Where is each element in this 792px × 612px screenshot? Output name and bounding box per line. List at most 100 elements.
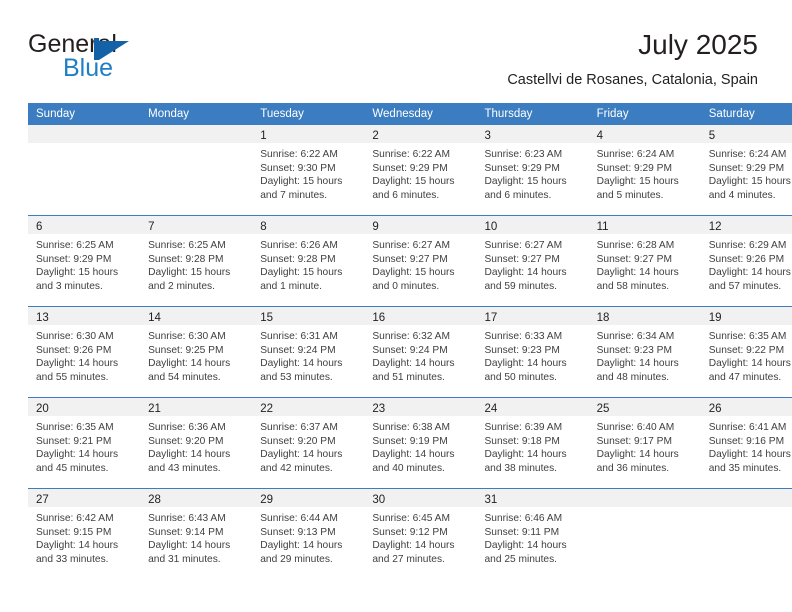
- day-cell-content: 26 Sunrise: 6:41 AM Sunset: 9:16 PM Dayligh…: [700, 398, 792, 488]
- day-details: Sunrise: 6:37 AM Sunset: 9:20 PM Daylight:…: [252, 416, 364, 475]
- sunset-time: Sunset: 9:19 PM: [372, 435, 448, 447]
- calendar-day-cell[interactable]: 19 Sunrise: 6:35 AM Sunset: 9:22 PM Dayligh…: [700, 306, 792, 398]
- day-details: Sunrise: 6:36 AM Sunset: 9:20 PM Daylight:…: [140, 416, 252, 475]
- calendar-day-cell[interactable]: 23 Sunrise: 6:38 AM Sunset: 9:19 PM Dayligh…: [364, 397, 477, 489]
- calendar-day-cell[interactable]: 20 Sunrise: 6:35 AM Sunset: 9:21 PM Dayligh…: [28, 397, 141, 489]
- page-subtitle: Castellvi de Rosanes, Catalonia, Spain: [507, 72, 758, 88]
- sunrise-time: Sunrise: 6:42 AM: [36, 513, 114, 524]
- calendar-day-cell[interactable]: 3 Sunrise: 6:23 AM Sunset: 9:29 PM Daylight…: [476, 125, 589, 216]
- calendar-day-cell[interactable]: 1 Sunrise: 6:22 AM Sunset: 9:30 PM Daylight…: [252, 125, 365, 216]
- calendar-day-cell[interactable]: 11 Sunrise: 6:28 AM Sunset: 9:27 PM Dayligh…: [588, 215, 701, 307]
- sunset-time: Sunset: 9:30 PM: [260, 162, 336, 174]
- calendar-day-cell[interactable]: 22 Sunrise: 6:37 AM Sunset: 9:20 PM Dayligh…: [252, 397, 365, 489]
- calendar-day-cell[interactable]: 16 Sunrise: 6:32 AM Sunset: 9:24 PM Dayligh…: [364, 306, 477, 398]
- day-number-band: 17: [476, 307, 589, 325]
- day-number: 9: [372, 221, 379, 233]
- calendar-day-cell[interactable]: 4 Sunrise: 6:24 AM Sunset: 9:29 PM Daylight…: [588, 125, 701, 216]
- calendar-day-cell[interactable]: 8 Sunrise: 6:26 AM Sunset: 9:28 PM Daylight…: [252, 215, 365, 307]
- brand-logo[interactable]: General Blue: [28, 30, 258, 92]
- day-number-band: [700, 489, 792, 507]
- sunset-time: Sunset: 9:15 PM: [36, 526, 112, 538]
- calendar-day-cell[interactable]: 10 Sunrise: 6:27 AM Sunset: 9:27 PM Dayligh…: [476, 215, 589, 307]
- calendar-page: General Blue July 2025 Castellvi de Rosa…: [0, 0, 792, 612]
- day-cell-content: 17 Sunrise: 6:33 AM Sunset: 9:23 PM Dayligh…: [476, 307, 589, 397]
- weekday-header-sunday: Sunday: [28, 103, 141, 125]
- sunrise-time: Sunrise: 6:33 AM: [484, 331, 563, 342]
- sunset-time: Sunset: 9:25 PM: [148, 344, 224, 356]
- title-block: July 2025 Castellvi de Rosanes, Cataloni…: [507, 28, 758, 90]
- calendar-day-cell[interactable]: 7 Sunrise: 6:25 AM Sunset: 9:28 PM Daylight…: [140, 215, 253, 307]
- day-number: 13: [36, 312, 49, 324]
- day-number-band: 9: [364, 216, 477, 234]
- day-number: 4: [596, 130, 604, 142]
- day-number: 12: [708, 221, 722, 233]
- day-number: 7: [148, 221, 155, 233]
- calendar-day-cell[interactable]: 30 Sunrise: 6:45 AM Sunset: 9:12 PM Dayligh…: [364, 488, 477, 579]
- brand-name-blue: Blue: [63, 54, 114, 82]
- day-details: Sunrise: 6:26 AM Sunset: 9:28 PM Daylight:…: [252, 234, 364, 293]
- sunset-time: Sunset: 9:12 PM: [372, 526, 448, 538]
- day-number-band: [28, 125, 141, 143]
- day-cell-content: 30 Sunrise: 6:45 AM Sunset: 9:12 PM Dayligh…: [364, 489, 477, 579]
- day-details: Sunrise: 6:43 AM Sunset: 9:14 PM Daylight:…: [140, 507, 252, 566]
- daylight-duration-line1: Daylight: 14 hours: [260, 449, 343, 461]
- calendar-day-cell[interactable]: 13 Sunrise: 6:30 AM Sunset: 9:26 PM Dayligh…: [28, 306, 141, 398]
- calendar-day-cell[interactable]: 6 Sunrise: 6:25 AM Sunset: 9:29 PM Daylight…: [28, 215, 141, 307]
- calendar-day-cell[interactable]: 27 Sunrise: 6:42 AM Sunset: 9:15 PM Dayligh…: [28, 488, 141, 579]
- daylight-duration-line2: and 3 minutes.: [36, 280, 103, 292]
- day-details: Sunrise: 6:34 AM Sunset: 9:23 PM Daylight:…: [589, 325, 701, 384]
- day-cell-content: [140, 125, 253, 215]
- calendar-day-cell[interactable]: 15 Sunrise: 6:31 AM Sunset: 9:24 PM Dayligh…: [252, 306, 365, 398]
- daylight-duration-line1: Daylight: 15 hours: [484, 176, 567, 188]
- day-number: 17: [484, 312, 498, 324]
- day-cell-content: 16 Sunrise: 6:32 AM Sunset: 9:24 PM Dayligh…: [364, 307, 477, 397]
- calendar-day-cell[interactable]: 21 Sunrise: 6:36 AM Sunset: 9:20 PM Dayligh…: [140, 397, 253, 489]
- day-number: 23: [372, 403, 386, 415]
- daylight-duration-line1: Daylight: 14 hours: [708, 449, 791, 461]
- calendar-day-cell[interactable]: 28 Sunrise: 6:43 AM Sunset: 9:14 PM Dayligh…: [140, 488, 253, 579]
- calendar-week-row: 6 Sunrise: 6:25 AM Sunset: 9:29 PM Daylight…: [28, 215, 792, 307]
- sunset-time: Sunset: 9:22 PM: [708, 344, 785, 356]
- calendar-week-row: 13 Sunrise: 6:30 AM Sunset: 9:26 PM Dayligh…: [28, 306, 792, 398]
- day-cell-content: 13 Sunrise: 6:30 AM Sunset: 9:26 PM Dayligh…: [28, 307, 141, 397]
- sunset-time: Sunset: 9:23 PM: [596, 344, 672, 356]
- calendar-day-cell[interactable]: 25 Sunrise: 6:40 AM Sunset: 9:17 PM Dayligh…: [588, 397, 701, 489]
- day-number-band: 29: [252, 489, 365, 507]
- sunset-time: Sunset: 9:21 PM: [36, 435, 112, 447]
- calendar-day-cell[interactable]: 29 Sunrise: 6:44 AM Sunset: 9:13 PM Dayligh…: [252, 488, 365, 579]
- sunrise-time: Sunrise: 6:40 AM: [596, 422, 675, 433]
- day-cell-content: 23 Sunrise: 6:38 AM Sunset: 9:19 PM Dayligh…: [364, 398, 477, 488]
- calendar-day-cell[interactable]: 31 Sunrise: 6:46 AM Sunset: 9:11 PM Dayligh…: [476, 488, 589, 579]
- sunrise-time: Sunrise: 6:32 AM: [372, 331, 450, 342]
- day-details: Sunrise: 6:41 AM Sunset: 9:16 PM Daylight:…: [701, 416, 792, 475]
- daylight-duration-line1: Daylight: 14 hours: [484, 358, 567, 370]
- sunset-time: Sunset: 9:27 PM: [372, 253, 448, 265]
- daylight-duration-line2: and 7 minutes.: [260, 189, 328, 201]
- daylight-duration-line2: and 29 minutes.: [260, 553, 333, 565]
- calendar-day-cell[interactable]: 26 Sunrise: 6:41 AM Sunset: 9:16 PM Dayligh…: [700, 397, 792, 489]
- sunrise-time: Sunrise: 6:22 AM: [260, 149, 338, 160]
- sunset-time: Sunset: 9:29 PM: [708, 162, 785, 174]
- calendar-day-cell[interactable]: 2 Sunrise: 6:22 AM Sunset: 9:29 PM Daylight…: [364, 125, 477, 216]
- daylight-duration-line1: Daylight: 14 hours: [36, 540, 119, 552]
- calendar-day-cell[interactable]: 24 Sunrise: 6:39 AM Sunset: 9:18 PM Dayligh…: [476, 397, 589, 489]
- day-cell-content: 5 Sunrise: 6:24 AM Sunset: 9:29 PM Daylight…: [700, 125, 792, 215]
- calendar-day-cell[interactable]: 12 Sunrise: 6:29 AM Sunset: 9:26 PM Dayligh…: [700, 215, 792, 307]
- calendar-day-cell[interactable]: 18 Sunrise: 6:34 AM Sunset: 9:23 PM Dayligh…: [588, 306, 701, 398]
- calendar-day-cell[interactable]: 9 Sunrise: 6:27 AM Sunset: 9:27 PM Daylight…: [364, 215, 477, 307]
- calendar-day-cell[interactable]: 5 Sunrise: 6:24 AM Sunset: 9:29 PM Daylight…: [700, 125, 792, 216]
- day-details: Sunrise: 6:23 AM Sunset: 9:29 PM Daylight:…: [477, 143, 589, 202]
- day-number: 5: [708, 130, 716, 142]
- day-cell-content: 8 Sunrise: 6:26 AM Sunset: 9:28 PM Daylight…: [252, 216, 365, 306]
- day-cell-content: 19 Sunrise: 6:35 AM Sunset: 9:22 PM Dayligh…: [700, 307, 792, 397]
- day-number-band: 28: [140, 489, 253, 507]
- sunrise-time: Sunrise: 6:44 AM: [260, 513, 338, 524]
- day-number-band: 10: [476, 216, 589, 234]
- calendar-day-cell[interactable]: 17 Sunrise: 6:33 AM Sunset: 9:23 PM Dayligh…: [476, 306, 589, 398]
- day-cell-content: 3 Sunrise: 6:23 AM Sunset: 9:29 PM Daylight…: [476, 125, 589, 215]
- calendar-day-cell[interactable]: 14 Sunrise: 6:30 AM Sunset: 9:25 PM Dayligh…: [140, 306, 253, 398]
- weekday-header-saturday: Saturday: [700, 103, 792, 125]
- day-number: 21: [148, 403, 161, 415]
- day-number-band: 2: [364, 125, 477, 143]
- day-cell-content: 22 Sunrise: 6:37 AM Sunset: 9:20 PM Dayligh…: [252, 398, 365, 488]
